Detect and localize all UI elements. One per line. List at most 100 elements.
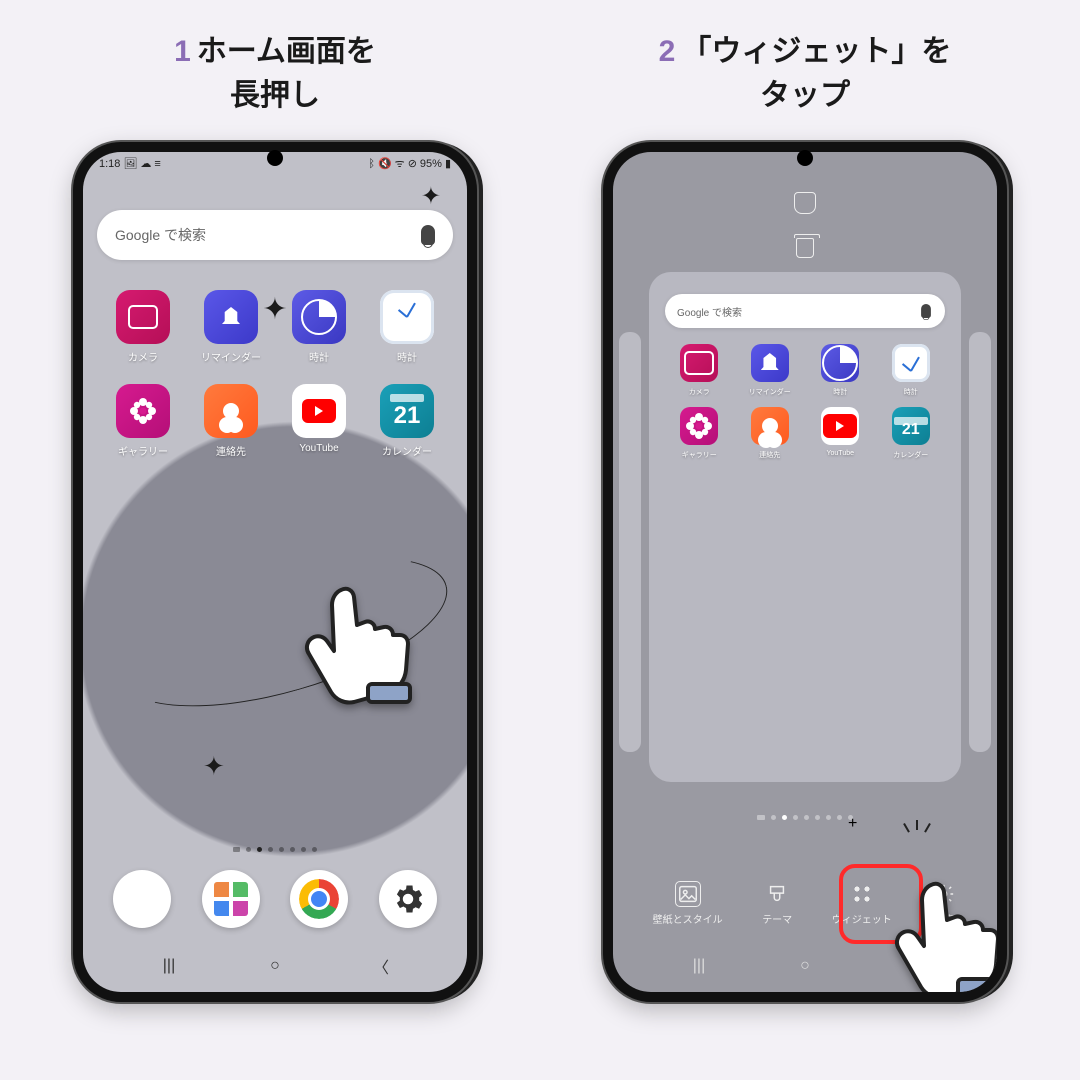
app-label: 連絡先 <box>759 450 780 460</box>
home-page-preview[interactable]: Google で検索 カメラ リマインダー 時計 時計 ギャラリー 連絡先 Yo… <box>649 272 961 782</box>
app-gallery[interactable]: ギャラリー <box>101 384 185 458</box>
app-clock-alt[interactable]: 時計 <box>365 290 449 364</box>
calendar-icon: 21 <box>892 407 930 445</box>
status-time: 1:18 <box>99 158 120 170</box>
step-2-panel: 2「ウィジェット」を タップ Google で検索 カメラ リマインダー 時計 … <box>570 30 1040 1040</box>
step-1-panel: 1ホーム画面を 長押し 1:18 🖼 ☁ ≡ ᛒ 🔇 ᯤ ⊘ 95% ▮ <box>40 30 510 1040</box>
apps-drawer-icon[interactable] <box>202 870 260 928</box>
app-label: カメラ <box>689 387 710 397</box>
app-youtube[interactable]: YouTube <box>277 384 361 458</box>
phone-2-screen[interactable]: Google で検索 カメラ リマインダー 時計 時計 ギャラリー 連絡先 Yo… <box>613 152 997 992</box>
nav-back-icon[interactable]: 〈 <box>891 956 931 976</box>
app-label: 連絡先 <box>216 443 246 458</box>
app-label: カメラ <box>128 349 158 364</box>
step-2-num: 2 <box>659 35 676 68</box>
app-contacts[interactable]: 連絡先 <box>189 384 273 458</box>
app-gallery[interactable]: ギャラリー <box>665 407 734 460</box>
app-label: リマインダー <box>749 387 791 397</box>
nav-recent-icon[interactable]: ||| <box>149 956 189 976</box>
app-label: カレンダー <box>893 450 928 460</box>
dock <box>83 870 467 928</box>
tap-cursor-icon <box>293 572 423 717</box>
youtube-icon <box>292 384 346 438</box>
app-clock[interactable]: 時計 <box>806 344 875 397</box>
orbit-ring <box>103 527 463 736</box>
app-youtube[interactable]: YouTube <box>806 407 875 460</box>
edit-label: 設定 <box>934 911 954 926</box>
brush-icon <box>764 881 790 907</box>
nav-home-icon[interactable]: ○ <box>785 956 825 976</box>
step-1-title: 1ホーム画面を 長押し <box>174 30 376 117</box>
bell-icon <box>204 290 258 344</box>
calendar-icon: 21 <box>380 384 434 438</box>
edit-themes-button[interactable]: テーマ <box>762 881 792 926</box>
app-clock-alt[interactable]: 時計 <box>877 344 946 397</box>
mic-icon[interactable] <box>421 225 435 245</box>
analog-clock-icon <box>892 344 930 382</box>
app-label: 時計 <box>309 349 329 364</box>
status-cloud-icon: ☁ <box>140 159 151 170</box>
nav-home-icon[interactable]: ○ <box>255 956 295 976</box>
home-edit-menu: 壁紙とスタイル テーマ ウィジェット 設定 <box>613 881 997 926</box>
google-search-bar[interactable]: Google で検索 <box>97 210 453 260</box>
app-grid-mini: カメラ リマインダー 時計 時計 ギャラリー 連絡先 YouTube 21 カレン… <box>659 338 951 460</box>
search-placeholder: Google で検索 <box>115 225 421 245</box>
app-reminder[interactable]: リマインダー <box>189 290 273 364</box>
app-calendar[interactable]: 21 カレンダー <box>877 407 946 460</box>
analog-clock-icon <box>380 290 434 344</box>
edit-label: テーマ <box>762 911 792 926</box>
calendar-day: 21 <box>902 421 920 439</box>
edit-settings-button[interactable]: 設定 <box>931 881 957 926</box>
app-label: ギャラリー <box>682 450 717 460</box>
phone-1-screen[interactable]: 1:18 🖼 ☁ ≡ ᛒ 🔇 ᯤ ⊘ 95% ▮ ✦ ✦ ✦ G <box>83 152 467 992</box>
app-camera[interactable]: カメラ <box>665 344 734 397</box>
step-1-line2: 長押し <box>230 79 320 112</box>
nav-bar: ||| ○ 〈 <box>613 956 997 976</box>
app-camera[interactable]: カメラ <box>101 290 185 364</box>
app-grid: カメラ リマインダー 時計 時計 ギャラリー 連絡先 YouTube 21カレン… <box>83 278 467 458</box>
camera-hole-icon <box>797 150 813 166</box>
app-reminder[interactable]: リマインダー <box>736 344 805 397</box>
app-label: 時計 <box>904 387 918 397</box>
person-icon <box>204 384 258 438</box>
app-label: YouTube <box>826 450 854 457</box>
phone-1-frame: 1:18 🖼 ☁ ≡ ᛒ 🔇 ᯤ ⊘ 95% ▮ ✦ ✦ ✦ G <box>73 142 477 1002</box>
sparkle-icon: ✦ <box>421 182 441 211</box>
home-outline-icon[interactable] <box>794 192 816 214</box>
status-batt-icon: ▮ <box>445 159 451 170</box>
status-battery: 95% <box>420 158 442 170</box>
status-photo-icon: 🖼 <box>123 159 137 170</box>
trash-icon[interactable] <box>796 238 814 258</box>
step-1-line1: ホーム画面を <box>197 35 376 68</box>
status-mute-icon: 🔇 <box>378 159 392 170</box>
mic-icon[interactable] <box>921 304 931 318</box>
prev-page-sliver[interactable] <box>619 332 641 752</box>
app-clock[interactable]: 時計 <box>277 290 361 364</box>
app-contacts[interactable]: 連絡先 <box>736 407 805 460</box>
flower-icon <box>116 384 170 438</box>
settings-icon[interactable] <box>379 870 437 928</box>
nav-recent-icon[interactable]: ||| <box>679 956 719 976</box>
next-page-sliver[interactable] <box>969 332 991 752</box>
phone-2-frame: Google で検索 カメラ リマインダー 時計 時計 ギャラリー 連絡先 Yo… <box>603 142 1007 1002</box>
edit-label: 壁紙とスタイル <box>653 911 723 926</box>
app-calendar[interactable]: 21カレンダー <box>365 384 449 458</box>
nav-back-icon[interactable]: 〈 <box>361 956 401 976</box>
clock-icon <box>292 290 346 344</box>
page-indicator <box>83 847 467 852</box>
edit-wallpaper-button[interactable]: 壁紙とスタイル <box>653 881 723 926</box>
status-list-icon: ≡ <box>154 159 160 170</box>
status-nosig-icon: ⊘ <box>408 159 417 170</box>
google-search-bar[interactable]: Google で検索 <box>665 294 945 328</box>
calendar-day: 21 <box>394 402 421 430</box>
camera-hole-icon <box>267 150 283 166</box>
app-label: YouTube <box>299 443 338 454</box>
sparkle-icon: ✦ <box>203 751 225 782</box>
step-2-line1: 「ウィジェット」を <box>681 35 951 68</box>
status-wifi-icon: ᯤ <box>395 159 405 170</box>
chrome-icon[interactable] <box>290 870 348 928</box>
clock-icon <box>821 344 859 382</box>
page-indicator: + <box>613 815 997 820</box>
phone-app-icon[interactable] <box>113 870 171 928</box>
flower-icon <box>680 407 718 445</box>
